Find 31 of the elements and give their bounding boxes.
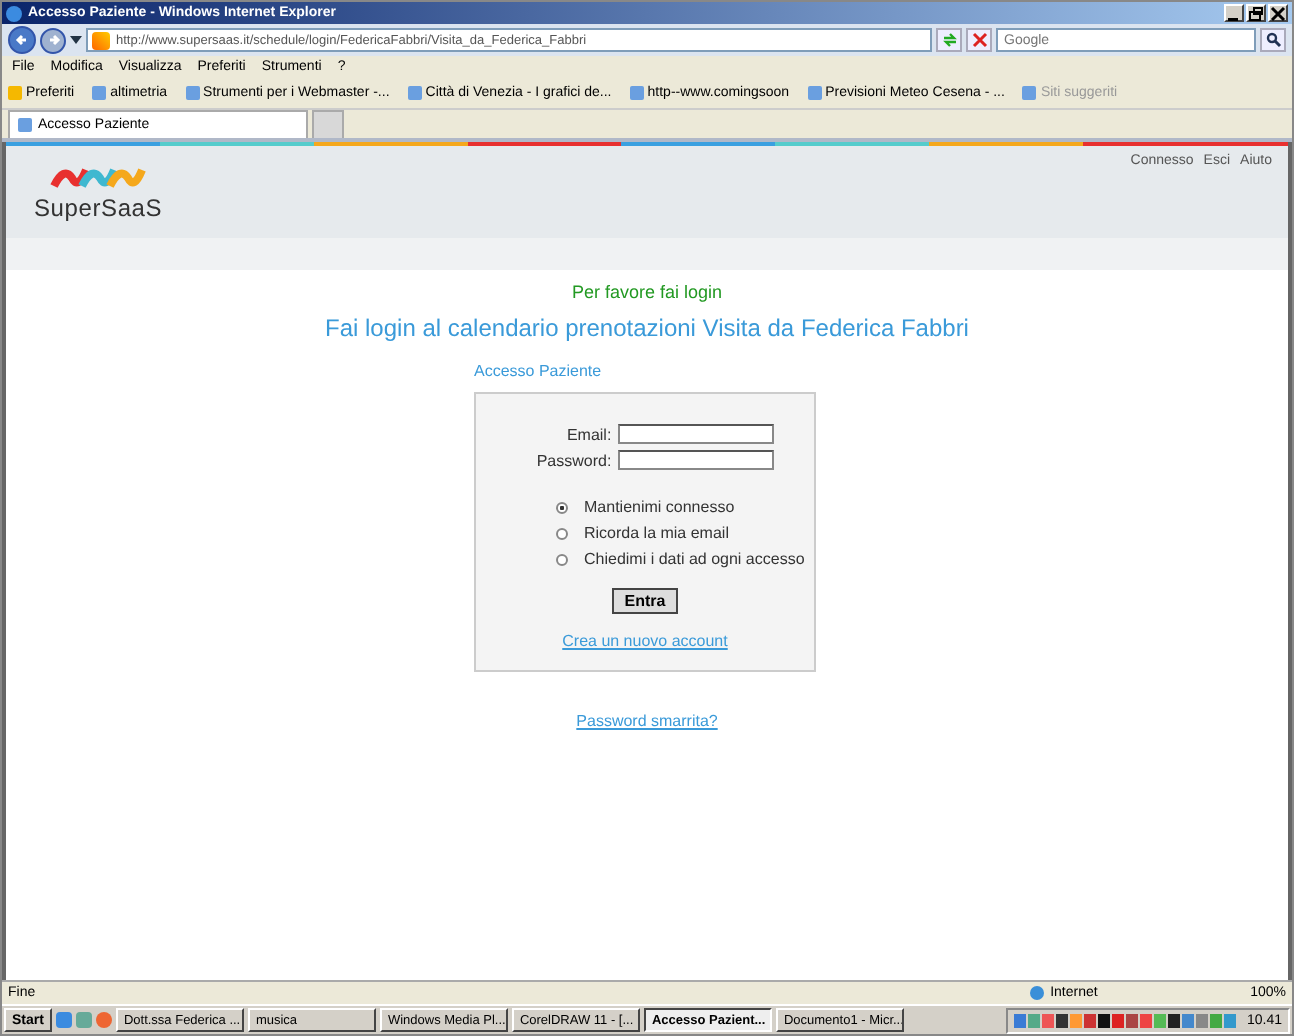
caret-icon[interactable] [70,36,82,44]
login-button[interactable]: Entra [612,588,678,614]
field-label: Email: [564,425,612,443]
email-field[interactable] [617,424,774,444]
logo-text: SuperSaaS [34,194,163,222]
search-button[interactable] [1260,28,1286,52]
field-label: Password: [536,451,612,469]
option-label: Chiedimi i dati ad ogni accesso [584,550,805,568]
minimize-button[interactable] [1224,4,1244,22]
forward-arrow-icon [45,32,61,48]
close-icon [1270,6,1286,22]
radio-button[interactable] [556,553,568,565]
stop-icon [971,32,987,48]
back-arrow-icon [14,32,30,48]
option-label: Ricorda la mia email [584,524,729,542]
login-message: Per favore fai login [571,282,723,302]
refresh-button[interactable] [936,28,962,52]
search-icon [1265,32,1281,48]
close-button[interactable] [1268,4,1288,22]
restore-icon [1248,6,1264,22]
stop-button[interactable] [966,28,992,52]
refresh-icon [941,32,957,48]
back-arrow-button[interactable] [8,26,36,54]
page-heading: Fai login al calendario prenotazioni Visita da Federica Fabbri [325,314,969,342]
restore-button[interactable] [1246,4,1266,22]
radio-button[interactable] [556,501,568,513]
form-title: Accesso Paziente [474,362,604,380]
password-field[interactable] [617,450,774,470]
forward-arrow-button[interactable] [40,27,66,53]
radio-button[interactable] [556,527,568,539]
option-label: Mantienimi connesso [584,498,735,516]
